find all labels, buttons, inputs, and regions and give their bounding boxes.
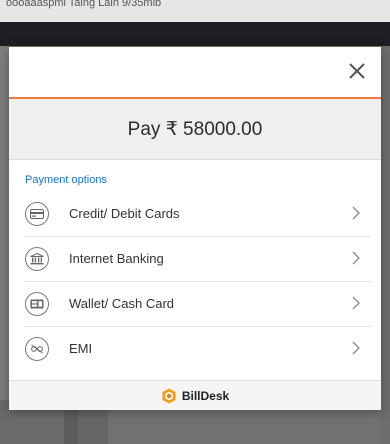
background-navbar — [0, 22, 390, 46]
wallet-icon — [25, 292, 49, 316]
modal-header — [9, 47, 381, 99]
chevron-right-icon — [352, 251, 360, 265]
amount-bar: Pay ₹ 58000.00 — [9, 99, 381, 160]
option-label: Credit/ Debit Cards — [69, 206, 180, 221]
billdesk-brand: BillDesk — [161, 388, 229, 404]
payment-options: Payment options Credit/ Debit Cards Inte… — [9, 160, 381, 380]
background-scroll-edge — [381, 46, 390, 444]
billdesk-name: BillDesk — [181, 389, 230, 403]
billdesk-logo-icon — [162, 388, 176, 404]
option-credit-debit-cards[interactable]: Credit/ Debit Cards — [25, 192, 371, 237]
option-wallet-cash-card[interactable]: Wallet/ Cash Card — [25, 282, 371, 327]
card-icon — [25, 202, 49, 226]
bank-icon — [25, 247, 49, 271]
chevron-right-icon — [352, 341, 360, 355]
option-internet-banking[interactable]: Internet Banking — [25, 237, 371, 282]
payment-options-heading: Payment options — [25, 174, 107, 186]
close-icon — [349, 63, 365, 79]
option-label: Wallet/ Cash Card — [69, 296, 174, 311]
pay-amount: Pay ₹ 58000.00 — [127, 118, 263, 140]
background-url-text: oooaaaspmi Taing Lain 9/35mlb — [6, 0, 162, 9]
emi-icon — [25, 337, 49, 361]
chevron-right-icon — [352, 206, 360, 220]
option-emi[interactable]: EMI — [25, 327, 371, 371]
background-url-strip: oooaaaspmi Taing Lain 9/35mlb — [0, 0, 390, 22]
modal-footer: BillDesk — [9, 380, 381, 410]
chevron-right-icon — [352, 296, 360, 310]
option-label: Internet Banking — [69, 251, 164, 266]
payment-modal: Pay ₹ 58000.00 Payment options Credit/ D… — [9, 47, 381, 410]
close-button[interactable] — [345, 59, 369, 83]
option-label: EMI — [69, 341, 93, 356]
